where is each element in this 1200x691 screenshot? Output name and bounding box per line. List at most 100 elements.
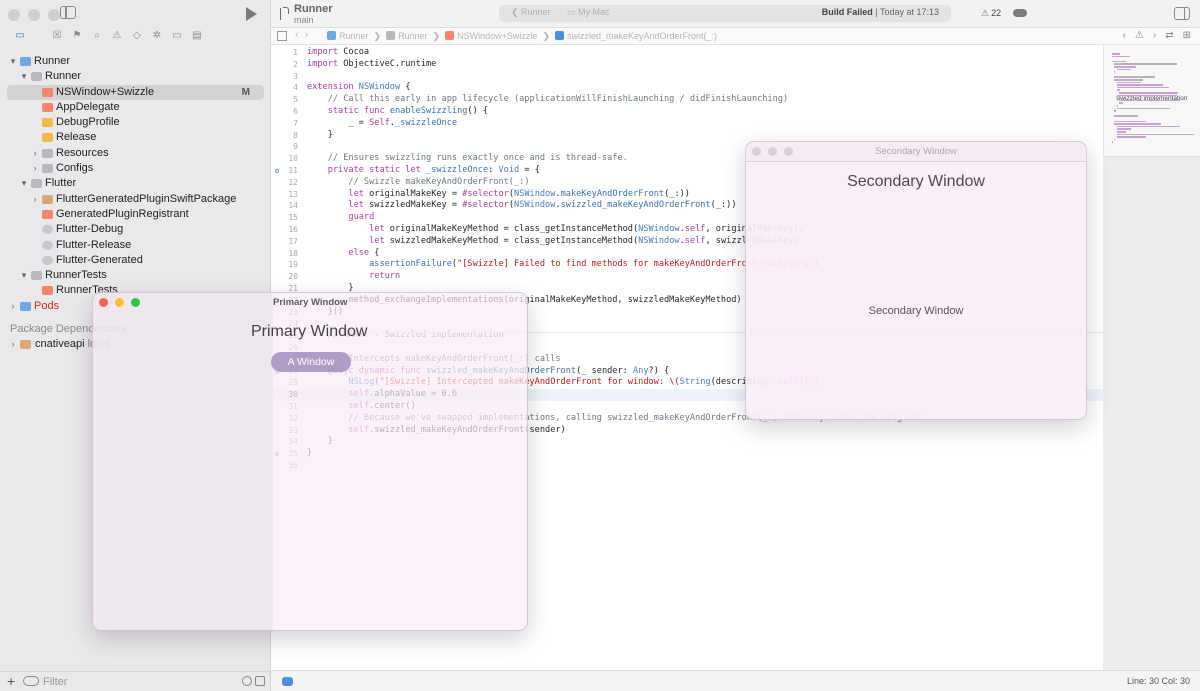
sidebar-item[interactable]: › Configs xyxy=(0,161,271,176)
line-number[interactable]: 3 xyxy=(271,71,298,83)
change-marker-icon[interactable] xyxy=(275,169,279,173)
cloud-icon[interactable] xyxy=(1013,9,1027,17)
code-text[interactable]: let swizzledMakeKey = #selector(NSWindow… xyxy=(307,200,736,212)
code-text[interactable]: let originalMakeKey = #selector(NSWindow… xyxy=(307,189,690,201)
line-number[interactable]: 1 xyxy=(271,47,298,59)
zoom-button[interactable] xyxy=(131,298,140,307)
debug-area-toggle-icon[interactable] xyxy=(282,677,293,686)
primary-window[interactable]: Primary Window Primary Window A Window xyxy=(92,292,528,631)
branch-name[interactable]: main xyxy=(294,15,314,25)
open-window-button[interactable]: A Window xyxy=(271,352,351,372)
sidebar-item[interactable]: Flutter-Generated xyxy=(0,253,271,268)
line-number[interactable]: 4 xyxy=(271,82,298,94)
chevron-down-icon[interactable]: ▾ xyxy=(19,176,29,191)
code-line[interactable]: 1 import Cocoa xyxy=(271,47,1103,59)
close-button[interactable] xyxy=(99,298,108,307)
sidebar-item[interactable]: Flutter-Release xyxy=(0,238,271,253)
line-number[interactable]: 2 xyxy=(271,59,298,71)
chevron-right-icon[interactable]: › xyxy=(8,337,18,352)
line-number[interactable]: 10 xyxy=(271,153,298,165)
sidebar-item[interactable]: ▾ Runner xyxy=(0,69,271,84)
sidebar-item[interactable]: › FlutterGeneratedPluginSwiftPackage xyxy=(0,192,271,207)
code-text[interactable]: assertionFailure("[Swizzle] Failed to fi… xyxy=(307,259,819,271)
sidebar-item[interactable]: Release xyxy=(0,130,271,145)
sidebar-item[interactable]: AppDelegate xyxy=(0,100,271,115)
minimize-button[interactable] xyxy=(115,298,124,307)
code-line[interactable]: 7 _ = Self._swizzleOnce xyxy=(271,118,1103,130)
code-line[interactable]: 3 xyxy=(271,71,1103,83)
chevron-right-icon[interactable]: › xyxy=(30,146,40,161)
line-number[interactable]: 9 xyxy=(271,141,298,153)
grid-icon[interactable] xyxy=(277,31,287,41)
code-text[interactable]: // Call this early in app lifecycle (app… xyxy=(307,94,788,106)
sidebar-item[interactable]: NSWindow+Swizzle M xyxy=(7,84,264,100)
debug-icon[interactable]: ✲ xyxy=(147,30,167,42)
chevron-right-icon[interactable]: › xyxy=(30,161,40,176)
code-line[interactable]: 5 // Call this early in app lifecycle (a… xyxy=(271,94,1103,106)
bookmark-icon[interactable]: ⚑ xyxy=(67,30,87,42)
line-number[interactable]: 5 xyxy=(271,94,298,106)
issue-icon[interactable]: ⚠ xyxy=(107,30,127,42)
code-text[interactable]: static func enableSwizzling() { xyxy=(307,106,488,118)
destination-selector[interactable]: ▭ My Mac xyxy=(567,7,610,18)
line-number[interactable]: 20 xyxy=(271,271,298,283)
breadcrumb-item[interactable]: Runner xyxy=(327,31,369,41)
inspector-toggle-icon[interactable] xyxy=(1174,7,1190,20)
warning-count[interactable]: 22 xyxy=(981,8,1001,19)
chevron-down-icon[interactable]: ▾ xyxy=(19,268,29,283)
code-text[interactable]: guard xyxy=(307,212,374,224)
code-text[interactable]: private static let _swizzleOnce: Void = … xyxy=(307,165,540,177)
minimize-button[interactable] xyxy=(28,9,40,21)
code-line[interactable]: 4 extension NSWindow { xyxy=(271,82,1103,94)
chevron-left-icon[interactable]: ‹ xyxy=(1123,30,1126,41)
breadcrumb-item[interactable]: Runner xyxy=(386,31,428,41)
code-text[interactable]: import Cocoa xyxy=(307,47,369,59)
chevron-right-icon[interactable]: › xyxy=(1153,30,1156,41)
sidebar-item[interactable]: ▾ Runner xyxy=(0,54,271,69)
code-line[interactable]: 2 import ObjectiveC.runtime xyxy=(271,59,1103,71)
breadcrumb-item[interactable]: NSWindow+Swizzle xyxy=(445,31,537,41)
chevron-right-icon[interactable]: › xyxy=(8,299,18,314)
source-control-icon[interactable]: ☒ xyxy=(47,30,67,42)
folder-icon[interactable]: ▭ xyxy=(10,30,30,42)
search-icon[interactable]: ⌕ xyxy=(87,30,107,42)
line-number[interactable]: 19 xyxy=(271,259,298,271)
line-number[interactable]: 13 xyxy=(271,189,298,201)
warning-nav-icon[interactable]: ⚠ xyxy=(1135,30,1144,41)
back-forward-buttons[interactable]: ‹› xyxy=(295,29,314,41)
code-text[interactable]: } xyxy=(307,130,333,142)
code-text[interactable]: let originalMakeKeyMethod = class_getIns… xyxy=(307,224,804,236)
adjust-editor-icon[interactable]: ⇄ xyxy=(1165,30,1173,41)
code-text[interactable]: import ObjectiveC.runtime xyxy=(307,59,436,71)
run-button[interactable] xyxy=(246,7,257,21)
code-text[interactable]: extension NSWindow { xyxy=(307,82,411,94)
primary-titlebar[interactable]: Primary Window xyxy=(93,293,527,313)
sidebar-item[interactable]: ▾ RunnerTests xyxy=(0,268,271,283)
add-editor-icon[interactable]: ⊞ xyxy=(1183,30,1191,41)
secondary-window[interactable]: Secondary Window Secondary Window Second… xyxy=(745,141,1087,420)
project-title[interactable]: Runner xyxy=(294,3,333,15)
line-number[interactable]: 6 xyxy=(271,106,298,118)
sidebar-item[interactable]: › Resources xyxy=(0,146,271,161)
code-text[interactable]: // Swizzle makeKeyAndOrderFront(_:) xyxy=(307,177,529,189)
code-line[interactable]: 8 } xyxy=(271,130,1103,142)
chevron-right-icon[interactable]: › xyxy=(30,192,40,207)
breadcrumb-item[interactable]: swizzled_makeKeyAndOrderFront(_:) xyxy=(554,31,717,41)
test-icon[interactable]: ◇ xyxy=(127,30,147,42)
code-text[interactable]: else { xyxy=(307,248,379,260)
code-text[interactable]: let swizzledMakeKeyMethod = class_getIns… xyxy=(307,236,799,248)
sidebar-item[interactable]: DebugProfile xyxy=(0,115,271,130)
line-number[interactable]: 17 xyxy=(271,236,298,248)
line-number[interactable]: 18 xyxy=(271,248,298,260)
sidebar-item[interactable]: ▾ Flutter xyxy=(0,176,271,191)
line-number[interactable]: 16 xyxy=(271,224,298,236)
line-number[interactable]: 12 xyxy=(271,177,298,189)
modified-files-icon[interactable] xyxy=(255,676,265,686)
report-icon[interactable]: ▤ xyxy=(187,30,207,42)
add-file-button[interactable]: + xyxy=(7,673,15,689)
chevron-down-icon[interactable]: ▾ xyxy=(8,54,18,69)
sidebar-toggle-icon[interactable] xyxy=(60,6,76,19)
activity-view[interactable]: ❮ Runner ▭ My Mac Build Failed | Today a… xyxy=(499,5,951,22)
filter-options-icon[interactable] xyxy=(23,676,39,686)
code-text[interactable]: _ = Self._swizzleOnce xyxy=(307,118,457,130)
